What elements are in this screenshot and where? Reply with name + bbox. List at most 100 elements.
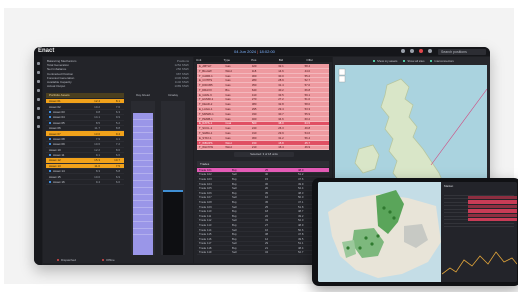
gauge-segment (133, 215, 153, 222)
trade-cell: Sell (232, 172, 237, 177)
bm-cell: 380 (251, 102, 257, 107)
bm-cell: 60.2 (304, 116, 311, 121)
laptop-price-chart (442, 251, 517, 275)
dashboard-nav-icon[interactable] (36, 62, 40, 65)
europe-map[interactable] (318, 182, 441, 282)
asset-value-b: 10.7 (114, 158, 120, 163)
trade-cell: Trade 104 (199, 181, 212, 186)
bm-cell: 350 (251, 83, 257, 88)
trade-cell: Trade 108 (199, 199, 212, 204)
bm-cell: 38.0 (278, 121, 284, 126)
bm-column-header[interactable]: Pos (249, 58, 277, 62)
legend-interconnectors[interactable]: Interconnectors (430, 59, 453, 63)
gauge-segment (133, 201, 153, 209)
search-input[interactable]: Search positions (438, 48, 486, 55)
asset-name: Asset 04 (46, 115, 80, 119)
trade-cell: Buy (232, 181, 237, 186)
gauge-segment (133, 133, 153, 141)
gauge-segment (133, 229, 153, 236)
product-showcase: Enact 04 Jun 2024 | 18:02:00 Search posi… (4, 8, 518, 286)
bm-cell: 500 (251, 121, 257, 126)
gauge-segment (133, 127, 153, 134)
trade-cell: Sell (232, 195, 237, 200)
trades-nav-icon[interactable] (36, 80, 40, 83)
gauge-segment (133, 113, 153, 120)
asset-name: Asset 05 (46, 121, 80, 125)
trade-cell: Trade 105 (199, 186, 212, 191)
gauge-day-ahead: Day Ahead (131, 93, 155, 255)
trade-cell: Buy (232, 199, 237, 204)
bm-cell: 55.9 (304, 111, 311, 116)
map-nav-icon[interactable] (36, 89, 40, 92)
trade-cell: Trade 111 (199, 213, 212, 218)
trade-cell: 20 (265, 186, 269, 191)
top-bar: Enact 04 Jun 2024 | 18:02:00 Search posi… (34, 47, 490, 56)
trades-header: Trades (197, 161, 329, 167)
bm-cell: E_ABTH7 (199, 63, 212, 68)
asset-value-b: 6.9 (115, 174, 120, 179)
zoom-out-icon[interactable] (338, 75, 346, 83)
laptop-title: Market (444, 184, 454, 188)
trade-cell: Sell (232, 204, 237, 209)
bm-column-header[interactable]: Bid (277, 58, 305, 62)
trade-cell: 45 (265, 199, 269, 204)
bm-row[interactable]: T_WLNYW Wind 210 16.4 46.9 (197, 145, 329, 151)
bm-cell: T_DRAXX (199, 87, 212, 92)
bm-cell: T_BLHLW (199, 68, 212, 73)
trade-cell: Trade 101 (199, 167, 212, 172)
alerts-nav-icon[interactable] (36, 107, 40, 110)
trade-cell: Buy (232, 190, 237, 195)
asset-name: Asset 16 (46, 180, 80, 184)
bm-cell: 58.4 (304, 63, 311, 68)
bm-cell: Gas (225, 135, 231, 140)
bm-cell: T_PEMB-1 (199, 116, 213, 121)
zoom-in-icon[interactable] (338, 68, 346, 76)
asset-name: Asset 02 (49, 104, 61, 109)
bm-cell: Wind (225, 68, 232, 73)
settings-icon[interactable] (428, 49, 432, 53)
bm-cell: Gas (225, 131, 231, 136)
asset-name: Asset 13 (49, 163, 61, 168)
asset-value-b: 6.0 (115, 180, 120, 185)
user-icon[interactable] (401, 49, 405, 53)
asset-value-a: 15.3 (94, 158, 100, 163)
legend-my-assets[interactable]: Show my assets (373, 59, 397, 63)
asset-value-a: 8.3 (95, 169, 100, 174)
reports-nav-icon[interactable] (36, 98, 40, 101)
bm-column-header[interactable]: Unit (194, 58, 222, 62)
assets-nav-icon[interactable] (36, 71, 40, 74)
trade-cell: Buy (232, 209, 237, 214)
asset-value-a: 11.7 (94, 126, 100, 131)
gauge-segment (133, 154, 153, 161)
gauge-intraday: Intraday (161, 93, 185, 255)
bm-cell: 45.7 (304, 140, 311, 145)
bm-cell: E_LAGA-1 (199, 107, 213, 112)
asset-value-a: 12.4 (94, 99, 100, 104)
asset-name: Asset 01 (49, 99, 61, 104)
bm-column-header[interactable]: Type (222, 58, 250, 62)
asset-value-b: 7.6 (115, 104, 120, 109)
trade-cell: 34 (265, 250, 269, 255)
trade-row[interactable]: Trade 119 Sell 34 52.7 (197, 250, 329, 256)
legend-all-sites[interactable]: Show all sites (403, 59, 424, 63)
alert-icon[interactable] (419, 49, 423, 53)
settings-nav-icon[interactable] (36, 125, 40, 128)
forecast-nav-icon[interactable] (36, 116, 40, 119)
bm-cell: T_WBUPS (199, 140, 213, 145)
notification-icon[interactable] (410, 49, 414, 53)
trade-cell: Trade 113 (199, 222, 212, 227)
bm-cell: Gas (225, 116, 231, 121)
trade-cell: 33 (265, 218, 269, 223)
asset-list: Asset 01 12.4 8.1 Asset 02 10.2 7.6 Asset 03 9.… (46, 99, 124, 186)
asset-row[interactable]: Asset 16 9.4 6.0 (46, 180, 124, 186)
bm-cell: T_CARR-1 (199, 73, 213, 78)
trade-cell: 29 (265, 241, 269, 246)
trade-cell: 27 (265, 222, 269, 227)
gauge-fill (163, 190, 183, 255)
bm-column-header[interactable]: Offer (304, 58, 332, 62)
bm-cell: 40.2 (278, 87, 284, 92)
bm-cell: Gas (225, 102, 231, 107)
bm-cell: Coal (225, 121, 232, 126)
europe-map-graphic (318, 182, 441, 282)
selection-summary[interactable]: Selected: 3 of 18 units (234, 152, 294, 157)
